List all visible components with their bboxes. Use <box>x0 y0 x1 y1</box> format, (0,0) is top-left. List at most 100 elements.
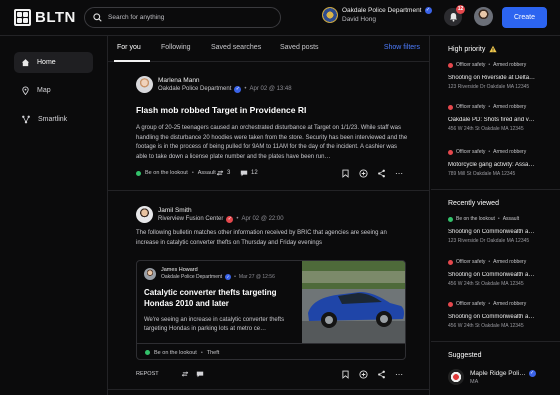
quoted-author-org[interactable]: Oakdale Police Department <box>161 274 222 280</box>
post-divider <box>108 389 430 390</box>
item-title: Shooting on Commonwealth a… <box>448 229 535 235</box>
verified-icon: ✓ <box>528 369 536 377</box>
tag[interactable]: Theft <box>207 350 220 356</box>
search-box[interactable] <box>84 7 281 28</box>
tag[interactable]: Be on the lookout <box>145 170 188 176</box>
item-address: 456 W 24th St Oakdale MA 12345 <box>448 281 524 287</box>
quoted-post[interactable]: James Howard Oakdale Police Department ✓… <box>136 260 406 360</box>
share-button[interactable] <box>376 369 386 379</box>
section-title: High priority <box>448 45 486 53</box>
bookmark-button[interactable] <box>340 369 350 379</box>
post-author-row: Marlena Mann Oakdale Police Department ✓… <box>136 76 408 93</box>
post-time: Apr 02 @ 22:00 <box>241 216 284 222</box>
quoted-post-content: James Howard Oakdale Police Department ✓… <box>137 261 302 343</box>
plus-circle-icon <box>358 369 368 379</box>
more-options-button[interactable]: ⋯ <box>394 168 404 178</box>
account-switcher[interactable]: Oakdale Police Department ✓ David Hong <box>322 7 432 23</box>
post-tags: Be on the lookout • Assault <box>136 170 216 176</box>
quoted-author-avatar[interactable] <box>144 267 156 280</box>
recent-item[interactable]: Officer safety • Armed robbery Shooting on… <box>448 301 554 329</box>
verified-icon: ✓ <box>225 274 232 280</box>
nav-item-map[interactable]: Map <box>14 80 93 101</box>
department-name-row: Oakdale Police Department ✓ <box>342 7 432 14</box>
recent-item[interactable]: Be on the lookout • Assault Shooting on Co… <box>448 216 554 244</box>
main-feed: For you Following Saved searches Saved p… <box>108 36 430 395</box>
department-name: Oakdale Police Department <box>342 7 422 14</box>
item-tags: Be on the lookout • Assault <box>448 216 554 222</box>
author-avatar[interactable] <box>136 76 153 93</box>
separator-dot: • <box>191 170 194 176</box>
quoted-post-tags: Be on the lookout • Theft <box>137 343 405 359</box>
comment-button[interactable] <box>196 370 204 378</box>
section-title: Recently viewed <box>448 200 499 207</box>
tab-following[interactable]: Following <box>161 44 191 51</box>
author-org[interactable]: Riverview Fusion Center <box>158 216 223 222</box>
right-sidebar: High priority Officer safety • Armed robbe… <box>431 36 560 395</box>
item-address: 456 W 24th St Oakdale MA 12345 <box>448 126 524 132</box>
status-dot-red <box>448 149 453 155</box>
tag[interactable]: Be on the lookout <box>154 350 197 356</box>
nav-item-smartlink[interactable]: Smartlink <box>14 109 93 130</box>
tag[interactable]: Assault <box>198 170 216 176</box>
car-photo[interactable] <box>302 261 405 343</box>
comment-icon <box>196 371 204 378</box>
priority-item[interactable]: Officer safety • Armed robbery Oakdale PD:… <box>448 104 554 132</box>
post-card[interactable]: Marlena Mann Oakdale Police Department ✓… <box>136 76 408 162</box>
item-tags: Officer safety • Armed robbery <box>448 149 554 155</box>
tab-saved-searches[interactable]: Saved searches <box>211 44 261 51</box>
warning-icon <box>489 45 497 53</box>
author-org[interactable]: Oakdale Police Department <box>158 86 231 92</box>
nav-item-home[interactable]: Home <box>14 52 93 73</box>
post-title[interactable]: Flash mob robbed Target in Providence RI <box>136 105 408 115</box>
more-options-button[interactable]: ⋯ <box>394 369 404 379</box>
suggested-item[interactable]: Maple Ridge Poli… ✓ MA <box>448 369 536 385</box>
tag: Officer safety <box>456 301 486 307</box>
more-icon: ⋯ <box>395 168 403 178</box>
add-button[interactable] <box>358 369 368 379</box>
suggested-name: Maple Ridge Poli… <box>470 369 526 377</box>
tag-row: Be on the lookout • Theft <box>145 350 219 356</box>
repost-button[interactable] <box>181 370 189 378</box>
priority-item[interactable]: Officer safety • Armed robbery Shooting on… <box>448 62 554 90</box>
separator-dot: • <box>488 301 491 307</box>
tag: Officer safety <box>456 149 486 155</box>
repost-label-button[interactable]: REPOST <box>136 371 159 377</box>
comment-button[interactable]: 12 <box>240 169 258 177</box>
separator-dot: • <box>244 86 247 92</box>
share-button[interactable] <box>376 168 386 178</box>
status-dot-red <box>448 104 453 110</box>
quoted-post-title[interactable]: Catalytic converter thefts targeting Hon… <box>144 287 295 309</box>
item-title: Oakdale PD: Shots fired and v… <box>448 117 535 123</box>
status-dot-green <box>448 216 453 222</box>
tab-for-you[interactable]: For you <box>117 44 141 51</box>
quoted-author-meta: Oakdale Police Department ✓ • Mar 27 @ 1… <box>161 274 275 280</box>
repost-button[interactable]: 3 <box>216 169 230 177</box>
post-card[interactable]: Jamil Smith Riverview Fusion Center ✓ • … <box>136 206 408 249</box>
author-avatar[interactable] <box>136 206 153 223</box>
share-icon <box>377 370 385 378</box>
recently-viewed-heading: Recently viewed <box>448 200 499 207</box>
tag: Officer safety <box>456 104 486 110</box>
recent-item[interactable]: Officer safety • Armed robbery Shooting on… <box>448 259 554 287</box>
show-filters-link[interactable]: Show filters <box>384 44 420 51</box>
profile-avatar[interactable] <box>474 7 493 26</box>
app-logo[interactable]: BLTN <box>14 9 76 26</box>
priority-item[interactable]: Officer safety • Armed robbery Motorcycle … <box>448 149 554 177</box>
tag: Assault <box>502 216 520 222</box>
notification-count-badge: 12 <box>456 5 465 14</box>
author-name[interactable]: Jamil Smith <box>158 207 284 214</box>
notifications-button[interactable]: 12 <box>444 5 465 26</box>
department-seal-icon <box>322 7 338 23</box>
bell-icon <box>449 12 457 22</box>
author-name[interactable]: Marlena Mann <box>158 77 292 84</box>
separator-dot: • <box>236 216 239 222</box>
add-button[interactable] <box>358 168 368 178</box>
quoted-author-name[interactable]: James Howard <box>161 267 275 273</box>
tag: Armed robbery <box>493 149 527 155</box>
search-input[interactable] <box>108 14 258 21</box>
bookmark-button[interactable] <box>340 168 350 178</box>
create-button[interactable]: Create <box>502 7 547 28</box>
tab-saved-posts[interactable]: Saved posts <box>280 44 319 51</box>
separator-dot: • <box>488 104 491 110</box>
comment-count: 12 <box>251 170 258 176</box>
